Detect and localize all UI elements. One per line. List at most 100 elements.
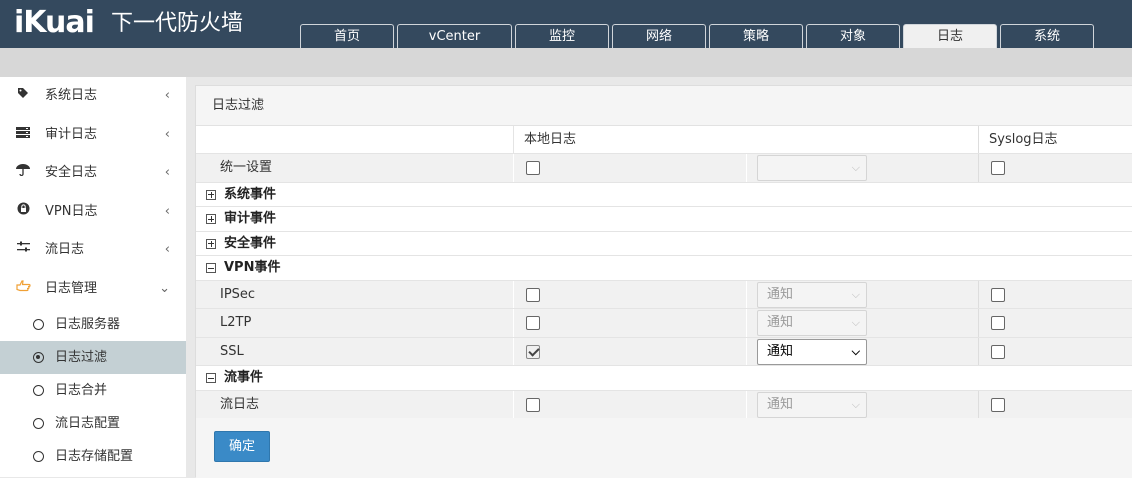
sidebar-item-log-management[interactable]: 日志管理 ⌄: [0, 270, 186, 309]
tab-network[interactable]: 网络: [612, 24, 706, 48]
level-select[interactable]: 通知 ⌵: [757, 310, 867, 336]
level-select[interactable]: 通知 ⌵: [757, 281, 867, 308]
sub-toolbar: [0, 48, 1132, 77]
chevron-left-icon: ‹: [164, 126, 170, 142]
level-select[interactable]: 通知 ⌵: [757, 338, 867, 365]
row-label: 流日志: [196, 390, 514, 418]
group-row-audit-events[interactable]: 审计事件: [196, 207, 1132, 232]
chevron-down-icon: ⌵: [851, 316, 860, 329]
sidebar-item-label: VPN日志: [45, 203, 98, 219]
chevron-down-icon: ⌵: [851, 344, 860, 358]
local-log-checkbox[interactable]: [526, 161, 540, 175]
tab-system[interactable]: 系统: [1000, 24, 1094, 48]
radio-icon: [33, 319, 44, 330]
row-label: 统一设置: [196, 154, 514, 182]
level-select[interactable]: 通知 ⌵: [757, 391, 867, 418]
local-log-checkbox[interactable]: [526, 316, 540, 330]
chevron-left-icon: ‹: [164, 242, 170, 257]
sidebar-item-label: 日志管理: [45, 280, 98, 296]
sidebar-item-label: 流日志: [45, 242, 85, 257]
chevron-left-icon: ‹: [164, 203, 170, 219]
lock-icon: [14, 193, 32, 232]
sliders-icon: [14, 231, 32, 270]
product-title: 下一代防火墙: [111, 11, 244, 36]
sidebar-item-flow-log[interactable]: 流日志 ‹: [0, 231, 186, 270]
panel-title: 日志过滤: [196, 86, 1132, 126]
syslog-checkbox[interactable]: [991, 397, 1005, 412]
syslog-checkbox[interactable]: [991, 316, 1005, 330]
local-log-checkbox-checked[interactable]: [526, 344, 540, 359]
level-select[interactable]: ⌵: [757, 155, 867, 181]
chevron-down-icon: ⌄: [159, 280, 170, 296]
sidebar-item-vpn-log[interactable]: VPN日志 ‹: [0, 193, 186, 232]
hand-pointer-icon: [14, 270, 32, 309]
expand-plus-icon[interactable]: [206, 238, 216, 249]
umbrella-icon: [14, 154, 32, 193]
sidebar-item-audit-log[interactable]: 审计日志 ‹: [0, 116, 186, 155]
tab-vcenter[interactable]: vCenter: [397, 24, 512, 48]
sidebar-subitem-log-filter[interactable]: 日志过滤: [0, 341, 186, 374]
top-header: iKuai 下一代防火墙 首页 vCenter 监控 网络 策略 对象 日志 系…: [0, 0, 1132, 48]
unified-setting-row: 统一设置 ⌵: [196, 154, 1132, 183]
chevron-down-icon: ⌵: [851, 161, 860, 174]
group-row-security-events[interactable]: 安全事件: [196, 231, 1132, 256]
table-header-row: 本地日志 Syslog日志: [196, 126, 1132, 154]
radio-icon: [33, 451, 44, 462]
sidebar-subitem-log-merge[interactable]: 日志合并: [0, 374, 186, 407]
radio-selected-icon: [33, 352, 44, 363]
syslog-checkbox[interactable]: [991, 161, 1005, 175]
syslog-checkbox[interactable]: [991, 344, 1005, 359]
main-nav-tabs: 首页 vCenter 监控 网络 策略 对象 日志 系统: [300, 24, 1097, 48]
server-icon: [14, 116, 32, 155]
sidebar-subitem-log-storage-config[interactable]: 日志存储配置: [0, 440, 186, 473]
tab-log[interactable]: 日志: [903, 24, 997, 48]
tag-icon: [14, 77, 32, 116]
sidebar-subitem-label: 流日志配置: [55, 416, 121, 431]
table-row-ssl: SSL 通知 ⌵: [196, 337, 1132, 366]
sidebar-subitem-label: 日志合并: [55, 383, 108, 398]
syslog-checkbox[interactable]: [991, 287, 1005, 302]
tab-home[interactable]: 首页: [300, 24, 394, 48]
chevron-left-icon: ‹: [164, 88, 170, 103]
filter-table: 本地日志 Syslog日志 统一设置 ⌵ 系统事件 审计事件 安全事件 VPN事…: [196, 126, 1132, 419]
sidebar-item-label: 系统日志: [45, 88, 98, 103]
sidebar-item-system-log[interactable]: 系统日志 ‹: [0, 77, 186, 116]
row-label: L2TP: [196, 309, 514, 337]
radio-icon: [33, 418, 44, 429]
tab-policy[interactable]: 策略: [709, 24, 803, 48]
sidebar-subitem-flow-log-config[interactable]: 流日志配置: [0, 407, 186, 440]
row-label: SSL: [196, 337, 514, 365]
group-row-system-events[interactable]: 系统事件: [196, 182, 1132, 207]
panel-footer: 确定: [196, 418, 1132, 478]
radio-icon: [33, 385, 44, 396]
column-header-local: 本地日志: [524, 132, 577, 147]
tab-monitor[interactable]: 监控: [515, 24, 609, 48]
row-label: IPSec: [196, 280, 514, 308]
column-header-syslog: Syslog日志: [989, 132, 1058, 147]
sidebar-subitem-log-server[interactable]: 日志服务器: [0, 308, 186, 341]
sidebar: 系统日志 ‹ 审计日志 ‹ 安全日志 ‹ VPN日志 ‹ 流日志 ‹ 日志管理 …: [0, 77, 186, 477]
chevron-left-icon: ‹: [164, 165, 170, 180]
expand-plus-icon[interactable]: [206, 214, 216, 224]
collapse-minus-icon[interactable]: [206, 263, 216, 273]
sidebar-item-label: 审计日志: [45, 126, 98, 142]
collapse-minus-icon[interactable]: [206, 373, 216, 383]
local-log-checkbox[interactable]: [526, 287, 540, 302]
confirm-button[interactable]: 确定: [214, 431, 270, 462]
sidebar-subitem-label: 日志存储配置: [55, 449, 134, 464]
sidebar-subitem-label: 日志过滤: [55, 350, 108, 365]
chevron-down-icon: ⌵: [851, 397, 860, 411]
chevron-down-icon: ⌵: [851, 287, 860, 301]
group-row-flow-events[interactable]: 流事件: [196, 366, 1132, 391]
log-filter-panel: 日志过滤 本地日志 Syslog日志 统一设置 ⌵ 系统事件 审计事件 安全事件…: [195, 85, 1132, 478]
group-row-vpn-events[interactable]: VPN事件: [196, 256, 1132, 281]
table-row-l2tp: L2TP 通知 ⌵: [196, 309, 1132, 338]
sidebar-item-label: 安全日志: [45, 165, 98, 180]
sidebar-subitem-label: 日志服务器: [55, 317, 121, 332]
sidebar-item-security-log[interactable]: 安全日志 ‹: [0, 154, 186, 193]
local-log-checkbox[interactable]: [526, 397, 540, 412]
ikuai-logo: iKuai: [14, 5, 95, 40]
expand-plus-icon[interactable]: [206, 189, 216, 200]
tab-object[interactable]: 对象: [806, 24, 900, 48]
table-row-ipsec: IPSec 通知 ⌵: [196, 280, 1132, 309]
